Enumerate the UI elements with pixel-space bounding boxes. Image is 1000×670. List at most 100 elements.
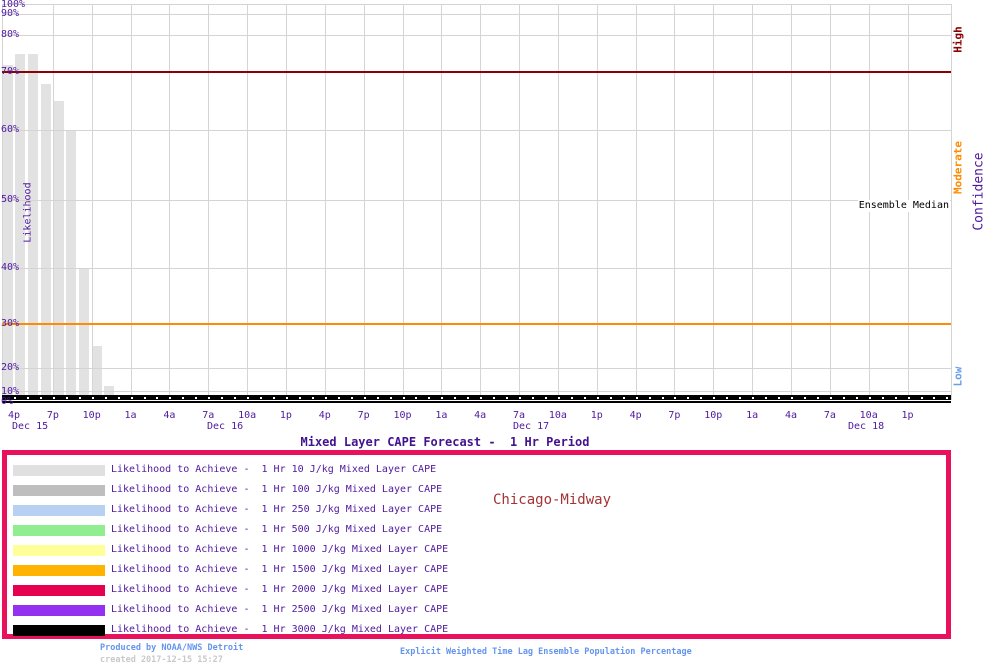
baseline-tick-dot <box>570 396 573 399</box>
legend-label: Likelihood to Achieve - 1 Hr 3000 J/kg M… <box>111 624 449 635</box>
legend-swatch <box>13 545 105 556</box>
x-tick-label: 10p <box>704 410 723 421</box>
y-tick-label: 100% <box>1 0 26 10</box>
station-label: Chicago-Midway <box>493 492 612 508</box>
baseline-tick-dot <box>506 396 509 399</box>
x-tick-label: 1a <box>746 410 759 421</box>
x-tick-label: 7p <box>46 410 59 421</box>
h-gridline <box>2 200 951 201</box>
baseline-tick-dot <box>39 396 42 399</box>
baseline-tick-dot <box>519 396 522 399</box>
likelihood-bar <box>78 268 89 400</box>
v-gridline <box>752 4 754 400</box>
v-gridline <box>791 4 792 400</box>
x-tick-label: 10a <box>238 410 257 421</box>
baseline-tick-dot <box>739 396 742 399</box>
baseline-tick-dot <box>195 396 198 399</box>
baseline-tick-dot <box>52 396 55 399</box>
baseline-tick-dot <box>467 396 470 399</box>
baseline-tick-dot <box>91 396 94 399</box>
v-gridline <box>247 4 249 400</box>
baseline-tick-dot <box>234 396 237 399</box>
baseline-tick-dot <box>285 396 288 399</box>
x-tick-label: 4a <box>784 410 798 421</box>
baseline-tick-dot <box>868 396 871 399</box>
baseline-tick-dot <box>583 396 586 399</box>
baseline-tick-dot <box>687 396 690 399</box>
legend-label: Likelihood to Achieve - 1 Hr 2500 J/kg M… <box>111 604 449 615</box>
x-tick-label: 1p <box>590 410 603 421</box>
legend-box: Likelihood to Achieve - 1 Hr 10 J/kg Mix… <box>2 450 951 639</box>
legend-swatch <box>13 525 105 536</box>
y-tick-label: 10% <box>1 386 20 397</box>
chart-title: Mixed Layer CAPE Forecast - 1 Hr Period <box>300 435 590 449</box>
baseline-tick-dot <box>816 396 819 399</box>
x-tick-label: 4a <box>474 410 487 421</box>
baseline-tick-dot <box>337 396 340 399</box>
baseline-tick-dot <box>182 396 185 399</box>
baseline-tick-dot <box>389 396 392 399</box>
y-tick-label: 90% <box>1 8 20 19</box>
confidence-zone-moderate-label: Moderate <box>951 141 965 194</box>
x-tick-label: 4p <box>629 410 642 421</box>
x-tick-label: 4p <box>318 410 331 421</box>
confidence-zone-high-label: High <box>951 26 965 53</box>
chart-plot-area: 0% 10% 20% 30% 40% 50% 60% 70% 80% 90% 100% 4p 7p 10p… <box>0 0 1000 434</box>
baseline-tick-dot <box>713 396 716 399</box>
baseline-tick-dot <box>752 396 755 399</box>
threshold-line-30 <box>2 323 951 325</box>
x-date-label: Dec 17 <box>513 421 550 432</box>
x-date-label: Dec 18 <box>848 421 885 432</box>
baseline-tick-dot <box>726 396 729 399</box>
v-gridline <box>480 4 482 400</box>
x-tick-label: 7a <box>513 410 526 421</box>
y-tick-label: 50% <box>1 194 20 205</box>
v-gridline <box>208 4 210 400</box>
x-tick-label: 10p <box>393 410 412 421</box>
y-tick-label: 60% <box>1 124 20 135</box>
v-gridline <box>130 4 132 400</box>
baseline-tick-dot <box>65 396 68 399</box>
likelihood-bar <box>40 83 51 400</box>
v-gridline <box>635 4 637 400</box>
v-gridline <box>285 4 287 400</box>
legend-swatch <box>13 585 105 596</box>
x-tick-label: 10a <box>859 410 878 421</box>
v-gridline <box>441 4 443 400</box>
baseline-tick-dot <box>842 396 845 399</box>
baseline-tick-dot <box>920 396 923 399</box>
legend-swatch <box>13 465 105 476</box>
legend-swatch <box>13 485 105 496</box>
baseline-tick-dot <box>778 396 781 399</box>
baseline-tick-dot <box>557 396 560 399</box>
x-tick-label: 7p <box>668 410 681 421</box>
baseline-tick-dot <box>907 396 910 399</box>
x-tick-label: 10a <box>548 410 567 421</box>
x-tick-label: 1p <box>901 410 914 421</box>
x-date-label: Dec 15 <box>12 421 49 432</box>
legend-label: Likelihood to Achieve - 1 Hr 500 J/kg Mi… <box>111 524 443 535</box>
y-tick-label: 80% <box>1 29 20 40</box>
baseline-tick-dot <box>829 396 832 399</box>
baseline-tick-dot <box>169 396 172 399</box>
baseline-tick-dot <box>454 396 457 399</box>
legend-label: Likelihood to Achieve - 1 Hr 100 J/kg Mi… <box>111 484 443 495</box>
baseline-tick-dot <box>791 396 793 399</box>
baseline-tick-dot <box>311 396 314 399</box>
x-tick-label: 1a <box>435 410 448 421</box>
confidence-zone-low-label: Low <box>951 366 965 387</box>
x-tick-label: 7a <box>823 410 836 421</box>
y-tick-label: 20% <box>1 362 20 373</box>
legend-swatch <box>13 605 105 616</box>
y-tick-label: 30% <box>1 318 20 329</box>
legend-label: Likelihood to Achieve - 1 Hr 1000 J/kg M… <box>111 544 449 555</box>
baseline-tick-dot <box>363 396 366 399</box>
likelihood-bar <box>66 130 77 400</box>
x-axis-line <box>2 400 951 403</box>
baseline-tick-dot <box>26 396 29 399</box>
h-gridline <box>2 35 951 36</box>
v-gridline <box>363 4 365 400</box>
baseline-tick-dot <box>648 396 651 399</box>
baseline-tick-dot <box>609 396 612 399</box>
x-tick-label: 1a <box>124 410 137 421</box>
